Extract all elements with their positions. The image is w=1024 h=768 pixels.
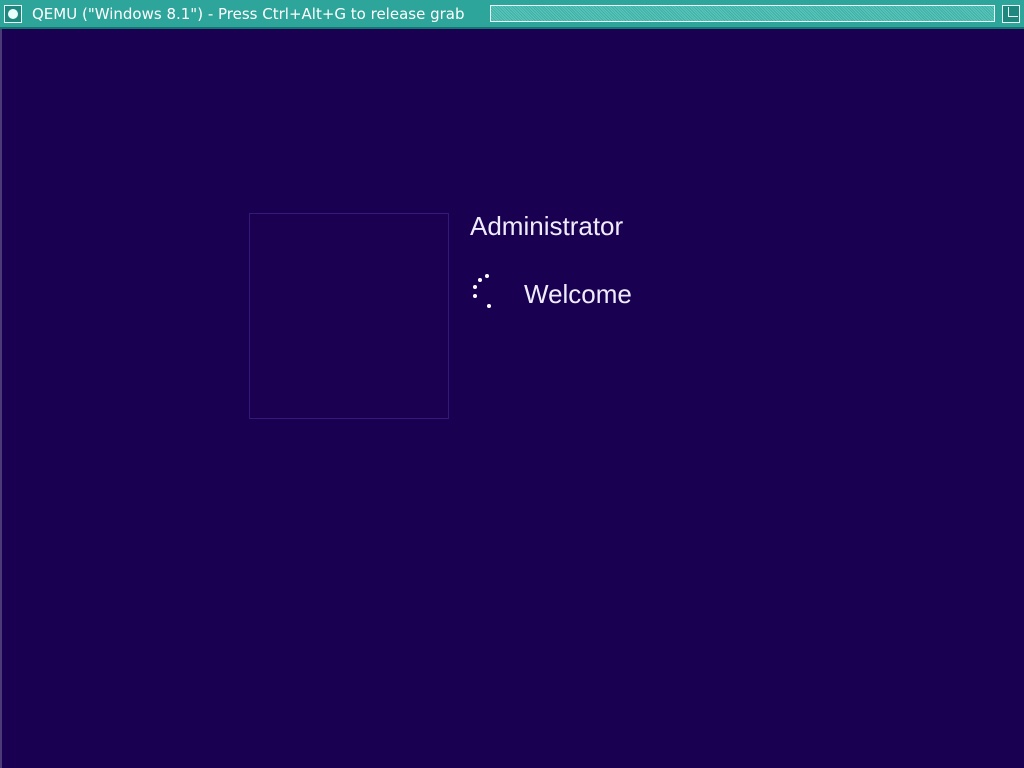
- maximize-button[interactable]: [1002, 5, 1020, 23]
- user-name: Administrator: [470, 211, 624, 241]
- user-avatar-tile: [249, 213, 449, 419]
- qemu-window: QEMU ("Windows 8.1") - Press Ctrl+Alt+G …: [0, 0, 1024, 768]
- window-menu-icon: [8, 9, 18, 19]
- login-status-text: Welcome: [524, 279, 632, 309]
- title-bar[interactable]: QEMU ("Windows 8.1") - Press Ctrl+Alt+G …: [0, 0, 1024, 29]
- vm-screen[interactable]: [2, 29, 1024, 768]
- loading-spinner-icon: [468, 272, 494, 312]
- title-bar-fill: [490, 5, 995, 22]
- maximize-icon: [1008, 7, 1018, 17]
- window-title: QEMU ("Windows 8.1") - Press Ctrl+Alt+G …: [32, 5, 465, 23]
- window-menu-button[interactable]: [4, 5, 22, 23]
